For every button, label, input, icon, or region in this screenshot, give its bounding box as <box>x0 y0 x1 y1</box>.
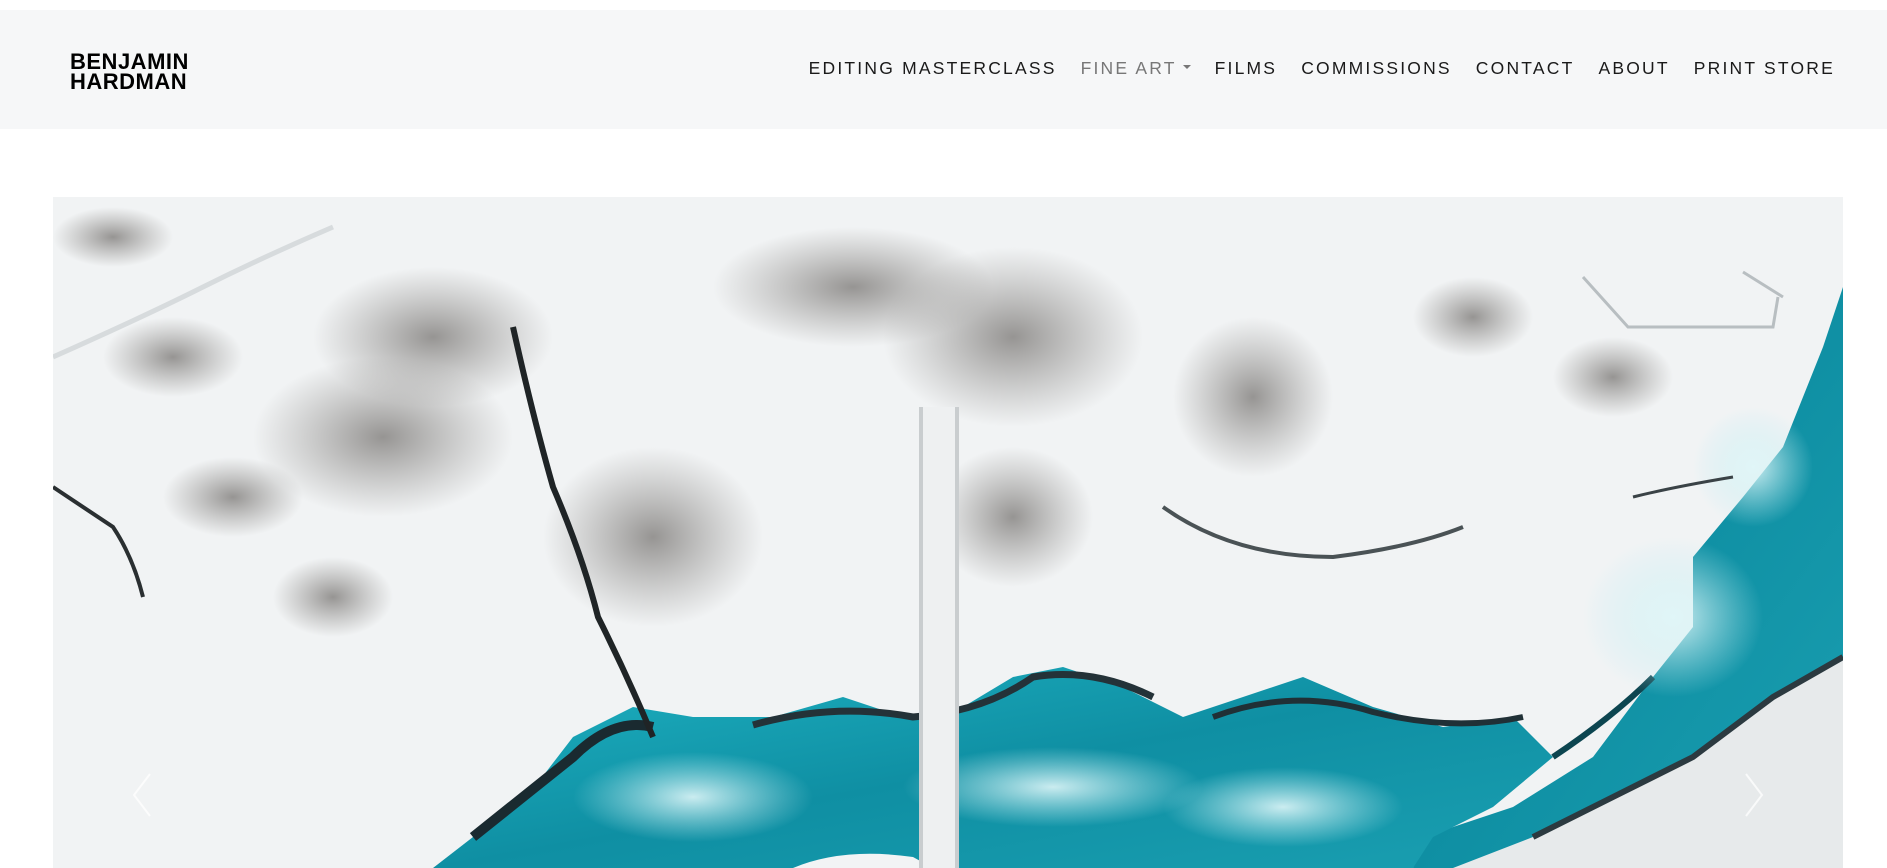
aerial-winter-river-photo <box>53 197 1843 868</box>
hero-image <box>53 197 1843 868</box>
top-strip <box>0 0 1887 10</box>
nav-editing-masterclass[interactable]: EDITING MASTERCLASS <box>809 58 1057 79</box>
nav-films[interactable]: FILMS <box>1215 58 1278 79</box>
chevron-left-icon <box>132 773 151 817</box>
nav-fine-art[interactable]: FINE ART <box>1081 58 1191 79</box>
nav-print-store[interactable]: PRINT STORE <box>1694 58 1835 79</box>
chevron-right-icon <box>1745 773 1764 817</box>
caret-down-icon <box>1182 64 1191 69</box>
logo-line-2: HARDMAN <box>70 69 188 94</box>
site-header: BENJAMIN HARDMAN EDITING MASTERCLASS FIN… <box>0 10 1887 129</box>
site-logo[interactable]: BENJAMIN HARDMAN <box>70 51 210 94</box>
nav-about[interactable]: ABOUT <box>1598 58 1669 79</box>
nav-fine-art-label: FINE ART <box>1080 58 1177 78</box>
carousel-next-button[interactable] <box>1738 770 1768 820</box>
nav-contact[interactable]: CONTACT <box>1476 58 1575 79</box>
nav-commissions[interactable]: COMMISSIONS <box>1301 58 1452 79</box>
carousel-prev-button[interactable] <box>128 770 158 820</box>
main-nav: EDITING MASTERCLASS FINE ART FILMS COMMI… <box>785 58 1835 79</box>
